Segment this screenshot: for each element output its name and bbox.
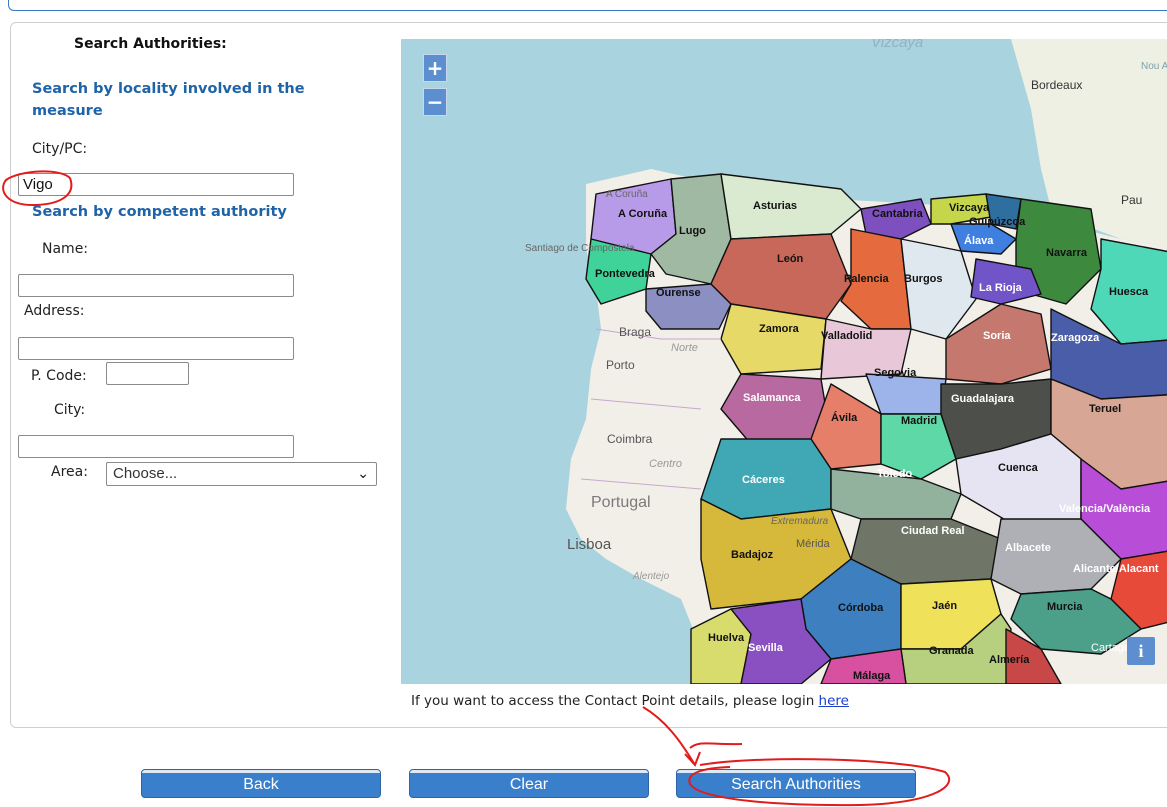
- map-label-alentejo: Alentejo: [632, 571, 670, 582]
- map-label-braga: Braga: [619, 325, 651, 339]
- locality-section-title: Search by locality involved in the measu…: [32, 81, 305, 119]
- map-label-santiago: Santiago de Compostela: [525, 243, 635, 254]
- search-button-label: Search Authorities: [731, 776, 861, 793]
- map-label-province: Lugo: [679, 225, 706, 237]
- button-highlight: [142, 770, 380, 773]
- map-label-province: Huelva: [708, 632, 745, 644]
- map-label-province: Salamanca: [743, 392, 801, 404]
- name-label: Name:: [42, 241, 89, 257]
- map-label-centro: Centro: [649, 458, 682, 470]
- map-label-province: Madrid: [901, 415, 937, 427]
- map-label-province: Segovia: [874, 367, 917, 379]
- map-label-portugal: Portugal: [591, 494, 651, 511]
- clear-button-label: Clear: [509, 776, 549, 793]
- map-label-extremadura: Extremadura: [771, 516, 829, 527]
- name-input[interactable]: [18, 274, 294, 297]
- zoom-out-button[interactable]: −: [423, 88, 447, 116]
- map-canvas: Vizcaya Bordeaux Nou Aqu Pau A Coruña Sa…: [525, 39, 1167, 684]
- map-label-province: Cáceres: [742, 474, 785, 486]
- map-label-province: Sevilla: [748, 642, 784, 654]
- map-label-province: Córdoba: [838, 602, 884, 614]
- form-heading: Search Authorities:: [74, 36, 227, 52]
- map-label-coimbra: Coimbra: [607, 432, 653, 446]
- search-authorities-button[interactable]: Search Authorities: [676, 769, 916, 798]
- map-label-porto: Porto: [606, 358, 635, 372]
- map-label-province: Soria: [983, 330, 1011, 342]
- back-button-label: Back: [243, 776, 279, 793]
- map-label-province: Burgos: [904, 273, 943, 285]
- chevron-down-icon: ⌄: [357, 465, 369, 481]
- map-label-province: Almería: [989, 654, 1030, 666]
- button-highlight: [677, 770, 915, 773]
- map-label-province: Toledo: [877, 468, 913, 480]
- city-pc-input[interactable]: [18, 173, 294, 196]
- map-label-province: Teruel: [1089, 403, 1121, 415]
- map-label-province: Badajoz: [731, 549, 774, 561]
- map-label-province: Zaragoza: [1051, 332, 1100, 344]
- map-label-vizcaya-sea: Vizcaya: [871, 39, 923, 51]
- map-label-province: Pontevedra: [595, 268, 656, 280]
- map-label-province: Navarra: [1046, 247, 1088, 259]
- pcode-input[interactable]: [106, 362, 189, 385]
- map-label-province: Albacete: [1005, 542, 1051, 554]
- back-button[interactable]: Back: [141, 769, 381, 798]
- address-label: Address:: [24, 303, 85, 319]
- pcode-label: P. Code:: [31, 368, 87, 384]
- map-label-province: León: [777, 253, 804, 265]
- search-form: Search Authorities: Search by locality i…: [11, 23, 401, 723]
- search-panel: Search Authorities: Search by locality i…: [10, 22, 1167, 728]
- map-label-province: Murcia: [1047, 601, 1083, 613]
- info-icon[interactable]: i: [1127, 637, 1155, 665]
- area-label: Area:: [51, 464, 88, 480]
- zoom-in-button[interactable]: +: [423, 54, 447, 82]
- area-select[interactable]: Choose... ⌄: [106, 462, 377, 486]
- address-input[interactable]: [18, 337, 294, 360]
- map-label-province: La Rioja: [979, 282, 1023, 294]
- map-label-province: Asturias: [753, 200, 797, 212]
- map-label-province: A Coruña: [618, 208, 668, 220]
- map-label-province: Alicante/Alacant: [1073, 563, 1159, 575]
- map-label-province: Jaén: [932, 600, 957, 612]
- map-label-nou-aqu: Nou Aqu: [1141, 61, 1167, 72]
- map-label-province: Zamora: [759, 323, 800, 335]
- header-divider: [8, 0, 1167, 11]
- map-label-province: Ávila: [831, 411, 858, 424]
- city-pc-label: City/PC:: [32, 141, 88, 157]
- map-label-norte: Norte: [671, 342, 698, 354]
- map-label-province: Valladolid: [821, 330, 872, 342]
- map-label-province: Granada: [929, 645, 975, 657]
- map-label-province: Ourense: [656, 287, 701, 299]
- map-label-province: Cantabria: [872, 208, 924, 220]
- clear-button[interactable]: Clear: [409, 769, 649, 798]
- map-label-bordeaux: Bordeaux: [1031, 78, 1082, 92]
- map-view[interactable]: Vizcaya Bordeaux Nou Aqu Pau A Coruña Sa…: [401, 39, 1167, 684]
- map-label-province: Huesca: [1109, 286, 1149, 298]
- map-label-a-coruna-city: A Coruña: [606, 189, 648, 200]
- login-link[interactable]: here: [819, 693, 849, 709]
- map-label-province: Vizcaya: [949, 202, 990, 214]
- map-label-province: Málaga: [853, 670, 891, 682]
- map-label-lisboa: Lisboa: [567, 536, 612, 553]
- login-note-text: If you want to access the Contact Point …: [411, 693, 815, 709]
- map-label-province: Ciudad Real: [901, 525, 965, 537]
- map-label-merida: Mérida: [796, 538, 831, 550]
- map-label-province: Palencia: [844, 273, 890, 285]
- login-note: If you want to access the Contact Point …: [411, 693, 849, 709]
- city-label: City:: [54, 402, 86, 418]
- map-label-province: Guipúzcoa: [969, 216, 1026, 228]
- map-label-province: Cuenca: [998, 462, 1039, 474]
- authority-section-title: Search by competent authority: [32, 204, 287, 220]
- map-label-province: Valencia/València: [1059, 503, 1151, 515]
- area-selected-value: Choose...: [113, 465, 178, 482]
- city-input[interactable]: [18, 435, 294, 458]
- map-label-province: Álava: [964, 234, 994, 247]
- map-label-province: Guadalajara: [951, 393, 1015, 405]
- button-highlight: [410, 770, 648, 773]
- map-label-pau: Pau: [1121, 193, 1142, 207]
